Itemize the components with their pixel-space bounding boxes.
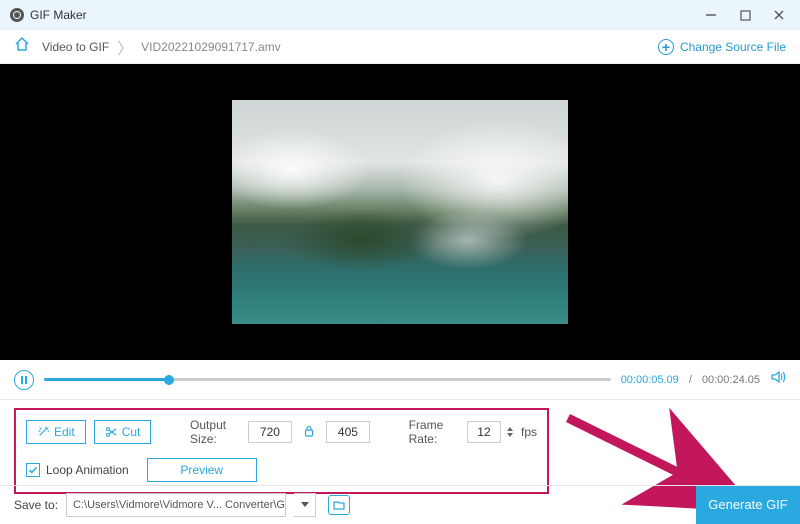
app-logo-icon <box>10 8 24 22</box>
frame-rate-label: Frame Rate: <box>409 418 459 446</box>
scissors-icon <box>105 426 117 438</box>
home-icon[interactable] <box>14 36 30 57</box>
cut-button[interactable]: Cut <box>94 420 152 444</box>
chevron-up-icon[interactable] <box>507 427 513 431</box>
minimize-icon <box>705 9 717 21</box>
save-bar: Save to: C:\Users\Vidmore\Vidmore V... C… <box>0 485 800 523</box>
settings-panel: Edit Cut Output Size: Frame Rate: <box>14 408 549 494</box>
output-width-input[interactable] <box>248 421 292 443</box>
seek-slider[interactable] <box>44 378 611 381</box>
open-folder-button[interactable] <box>328 495 350 515</box>
checkbox-checked-icon <box>26 463 40 477</box>
pause-button[interactable] <box>14 370 34 390</box>
triangle-down-icon <box>301 502 309 507</box>
breadcrumb-separator-icon: 〉 <box>117 35 133 59</box>
loop-animation-checkbox[interactable]: Loop Animation <box>26 463 129 477</box>
loop-label: Loop Animation <box>46 463 129 477</box>
pause-icon <box>21 376 23 384</box>
maximize-button[interactable] <box>728 1 762 29</box>
folder-icon <box>333 500 345 510</box>
fps-stepper[interactable] <box>507 427 513 437</box>
fps-input[interactable] <box>467 421 501 443</box>
close-icon <box>773 9 785 21</box>
preview-button[interactable]: Preview <box>147 458 257 482</box>
fps-unit-label: fps <box>521 425 537 439</box>
time-current: 00:00:05.09 <box>621 374 679 386</box>
breadcrumb-bar: Video to GIF 〉 VID20221029091717.amv + C… <box>0 30 800 64</box>
save-path-dropdown[interactable] <box>294 493 316 517</box>
seek-thumb[interactable] <box>164 375 174 385</box>
edit-label: Edit <box>54 425 75 439</box>
title-bar: GIF Maker <box>0 0 800 30</box>
cut-label: Cut <box>122 425 141 439</box>
output-size-label: Output Size: <box>190 418 240 446</box>
save-to-label: Save to: <box>14 498 58 512</box>
save-path-field[interactable]: C:\Users\Vidmore\Vidmore V... Converter\… <box>66 493 286 517</box>
generate-gif-button[interactable]: Generate GIF <box>696 486 800 524</box>
breadcrumb-file: VID20221029091717.amv <box>141 40 280 54</box>
plus-circle-icon: + <box>658 39 674 55</box>
volume-button[interactable] <box>770 369 786 390</box>
close-button[interactable] <box>762 1 796 29</box>
change-source-label: Change Source File <box>680 40 786 54</box>
maximize-icon <box>740 10 751 21</box>
time-total: 00:00:24.05 <box>702 374 760 386</box>
app-title: GIF Maker <box>30 8 87 22</box>
output-height-input[interactable] <box>326 421 370 443</box>
preview-label: Preview <box>180 463 223 477</box>
video-preview-area <box>0 64 800 360</box>
lock-aspect-icon[interactable] <box>300 425 318 440</box>
generate-label: Generate GIF <box>708 497 787 512</box>
breadcrumb-root[interactable]: Video to GIF <box>42 40 109 54</box>
change-source-button[interactable]: + Change Source File <box>658 39 786 55</box>
edit-button[interactable]: Edit <box>26 420 86 444</box>
video-frame[interactable] <box>232 100 568 324</box>
playback-bar: 00:00:05.09/00:00:24.05 <box>0 360 800 400</box>
magic-wand-icon <box>37 426 49 438</box>
minimize-button[interactable] <box>694 1 728 29</box>
chevron-down-icon[interactable] <box>507 433 513 437</box>
